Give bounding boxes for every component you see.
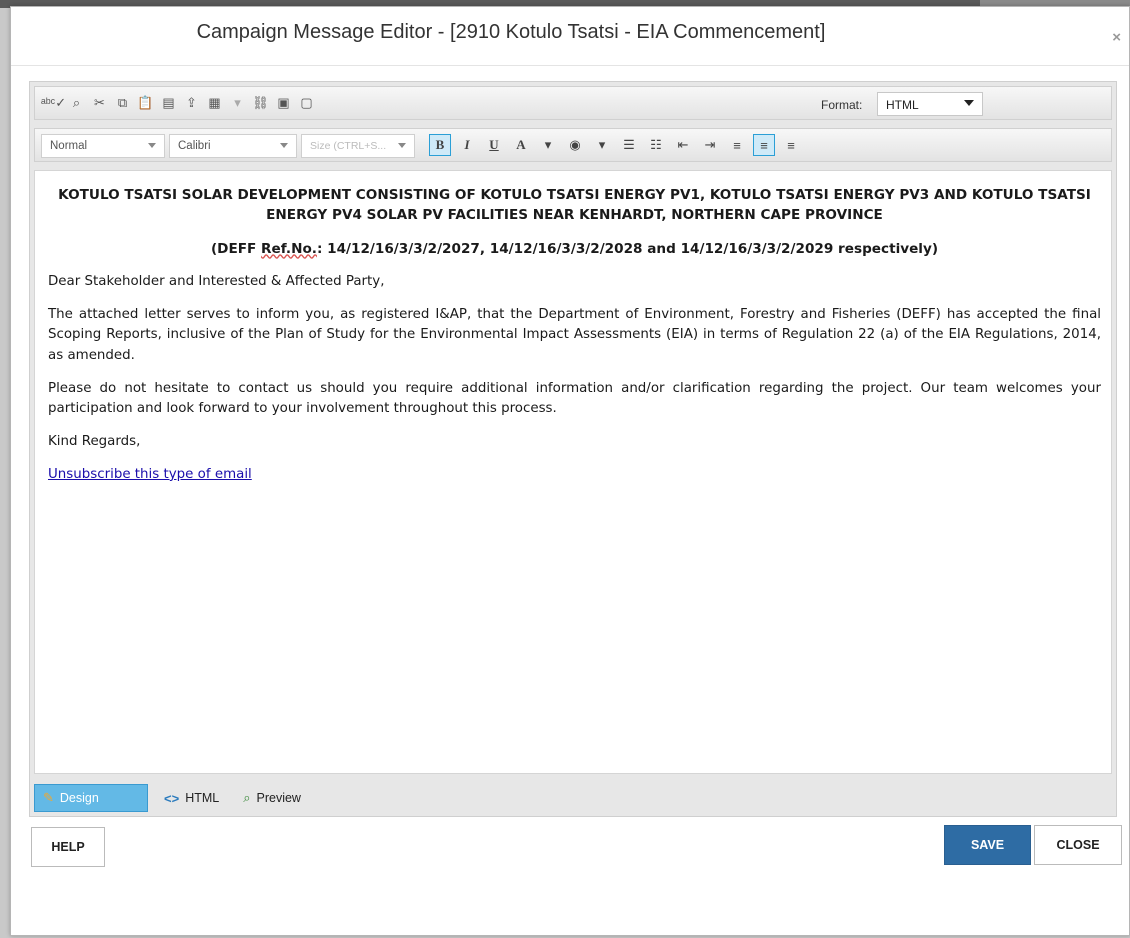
ordered-list-button[interactable]: ☰ — [618, 134, 640, 156]
tab-label: HTML — [185, 791, 220, 805]
tab-label: Preview — [256, 791, 301, 805]
editor-toolbar-top: ᵃᵇᶜ✓ ⌕ ✂ ⧉ 📋 ▤ ⇪ ▦ ▾ ⛓ ▣ ▢ Format: HTML — [34, 86, 1112, 120]
chevron-down-icon — [280, 143, 288, 148]
reference-line: (DEFF Ref.No.: 14/12/16/3/3/2/2027, 14/1… — [48, 239, 1101, 259]
body-paragraph-2: Please do not hesitate to contact us sho… — [48, 380, 1101, 416]
bold-button[interactable]: B — [429, 134, 451, 156]
align-left-button[interactable]: ≡ — [726, 134, 748, 156]
greeting: Dear Stakeholder and Interested & Affect… — [48, 274, 385, 290]
toolbar-icon-group: ᵃᵇᶜ✓ ⌕ ✂ ⧉ 📋 ▤ ⇪ ▦ ▾ ⛓ ▣ ▢ — [41, 94, 315, 111]
outdent-button[interactable]: ⇤ — [672, 134, 694, 156]
chevron-down-icon — [964, 100, 974, 106]
link-icon[interactable]: ⛓ — [252, 94, 269, 111]
highlight-dropdown-icon[interactable]: ▾ — [591, 134, 613, 156]
editor-toolbar-formatting: Normal Calibri Size (CTRL+S... B I U A ▾ ◉ ▾ ☰ ☷… — [34, 128, 1112, 162]
tab-label: Design — [59, 791, 99, 805]
chevron-down-icon — [398, 143, 406, 148]
formatting-button-group: B I U A ▾ ◉ ▾ ☰ ☷ ⇤ ⇥ ≡ ≡ ≡ — [429, 134, 802, 156]
tab-preview[interactable]: ⌕ Preview — [235, 784, 309, 812]
close-icon[interactable]: × — [1112, 29, 1121, 46]
font-family-value: Calibri — [178, 140, 211, 152]
magnifier-icon: ⌕ — [243, 790, 251, 805]
campaign-message-editor-dialog: Campaign Message Editor - [2910 Kotulo T… — [10, 6, 1130, 936]
dropdown-arrow-icon[interactable]: ▾ — [229, 94, 246, 111]
italic-button[interactable]: I — [456, 134, 478, 156]
paste-icon[interactable]: 📋 — [137, 94, 154, 111]
table-icon[interactable]: ▦ — [206, 94, 223, 111]
rich-text-editor: ᵃᵇᶜ✓ ⌕ ✂ ⧉ 📋 ▤ ⇪ ▦ ▾ ⛓ ▣ ▢ Format: HTML Normal Cali… — [29, 81, 1117, 817]
find-icon[interactable]: ⌕ — [68, 94, 85, 111]
font-color-button[interactable]: A — [510, 134, 532, 156]
message-body[interactable]: KOTULO TSATSI SOLAR DEVELOPMENT CONSISTI… — [34, 170, 1112, 774]
chevron-down-icon — [148, 143, 156, 148]
unsubscribe-link[interactable]: Unsubscribe this type of email — [48, 467, 252, 482]
paragraph-style-dropdown[interactable]: Normal — [41, 134, 165, 158]
format-label: Format: — [821, 98, 863, 112]
copy-icon[interactable]: ⧉ — [114, 94, 131, 111]
align-center-button[interactable]: ≡ — [753, 134, 775, 156]
dialog-title: Campaign Message Editor - [2910 Kotulo T… — [196, 21, 826, 43]
indent-button[interactable]: ⇥ — [699, 134, 721, 156]
cut-icon[interactable]: ✂ — [91, 94, 108, 111]
image-icon[interactable]: ▣ — [275, 94, 292, 111]
paragraph-style-value: Normal — [50, 140, 88, 152]
font-color-dropdown-icon[interactable]: ▾ — [537, 134, 559, 156]
highlight-button[interactable]: ◉ — [564, 134, 586, 156]
tab-design[interactable]: ✎ Design — [34, 784, 148, 812]
closing-line: Kind Regards, — [48, 433, 141, 449]
font-family-dropdown[interactable]: Calibri — [169, 134, 297, 158]
code-icon: <> — [164, 790, 180, 806]
message-heading: KOTULO TSATSI SOLAR DEVELOPMENT CONSISTI… — [58, 187, 1091, 224]
reference-numbers: : 14/12/16/3/3/2/2027, 14/12/16/3/3/2/20… — [316, 240, 939, 257]
reference-misspelled-word: Ref.No. — [261, 240, 317, 257]
underline-button[interactable]: U — [483, 134, 505, 156]
save-button[interactable]: SAVE — [944, 825, 1031, 865]
reference-prefix: (DEFF — [210, 240, 262, 257]
format-select-value: HTML — [886, 98, 919, 112]
close-button[interactable]: CLOSE — [1034, 825, 1122, 865]
title-divider — [11, 65, 1129, 66]
font-size-placeholder: Size (CTRL+S... — [310, 140, 387, 152]
bullet-list-button[interactable]: ☷ — [645, 134, 667, 156]
body-paragraph-1: The attached letter serves to inform you… — [48, 307, 1101, 363]
format-select[interactable]: HTML — [877, 92, 983, 116]
editor-mode-tabs: ✎ Design <> HTML ⌕ Preview — [34, 784, 309, 814]
font-size-dropdown[interactable]: Size (CTRL+S... — [301, 134, 415, 158]
tab-html[interactable]: <> HTML — [156, 784, 227, 812]
align-right-button[interactable]: ≡ — [780, 134, 802, 156]
upload-icon[interactable]: ⇪ — [183, 94, 200, 111]
spellcheck-icon[interactable]: ᵃᵇᶜ✓ — [41, 94, 66, 111]
paste-from-word-icon[interactable]: ▤ — [160, 94, 177, 111]
help-button[interactable]: HELP — [31, 827, 105, 867]
pencil-icon: ✎ — [43, 790, 54, 805]
template-icon[interactable]: ▢ — [298, 94, 315, 111]
